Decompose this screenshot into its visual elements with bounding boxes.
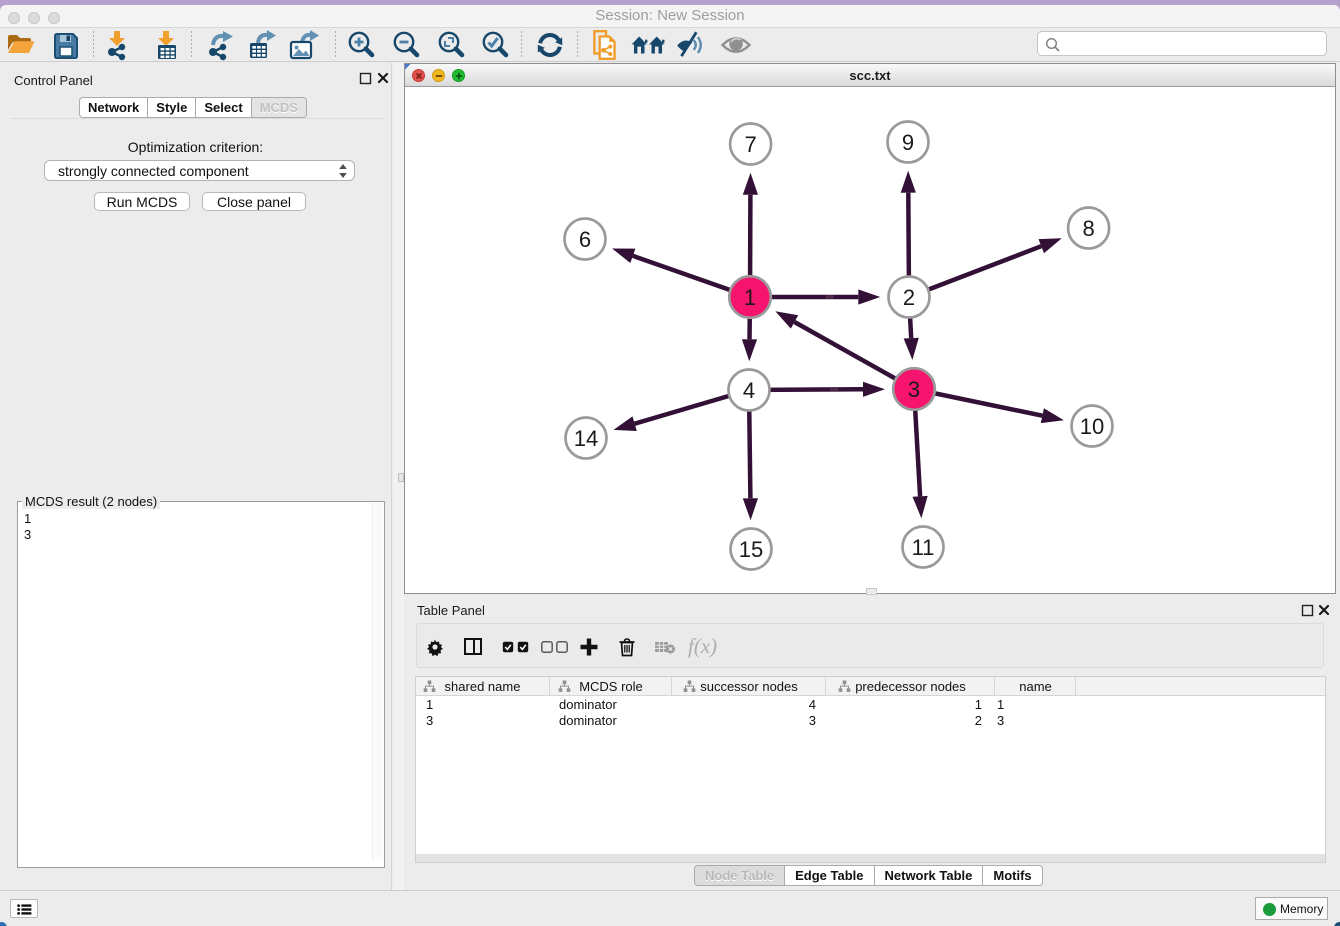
svg-text:7: 7 <box>744 132 756 157</box>
svg-text:15: 15 <box>739 537 763 562</box>
svg-text:10: 10 <box>1080 414 1104 439</box>
svg-text:4: 4 <box>743 378 755 403</box>
svg-text:11: 11 <box>912 535 935 560</box>
svg-text:3: 3 <box>908 377 920 402</box>
svg-text:1: 1 <box>744 285 756 310</box>
svg-text:9: 9 <box>902 130 914 155</box>
svg-text:6: 6 <box>579 227 591 252</box>
svg-text:14: 14 <box>574 426 598 451</box>
svg-text:8: 8 <box>1082 216 1094 241</box>
svg-text:2: 2 <box>903 285 915 310</box>
